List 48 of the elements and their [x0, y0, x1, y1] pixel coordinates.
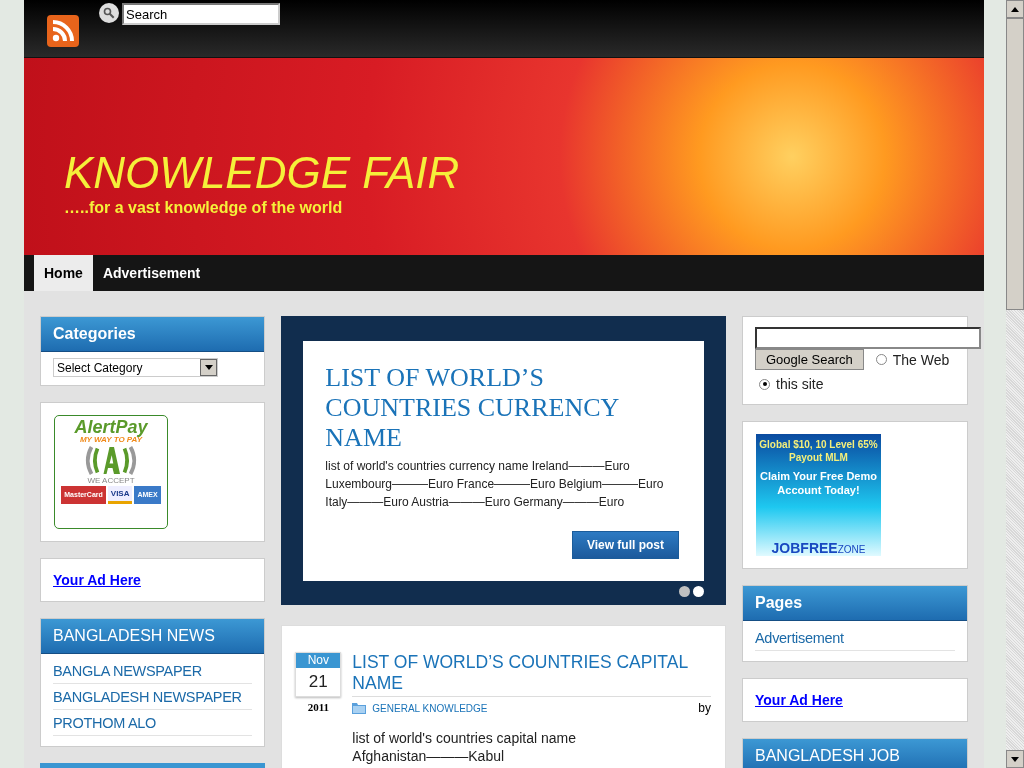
widget-header: BANGLADESH NEWS — [41, 619, 265, 654]
search-field[interactable]: Search — [122, 3, 280, 25]
post-month: Nov — [296, 653, 341, 668]
site-tagline: …..for a vast knowledge of the world — [64, 199, 343, 217]
view-post-button[interactable]: View full post — [571, 531, 679, 559]
category-select[interactable]: Select Category — [53, 358, 218, 377]
news-link[interactable]: PROTHOM ALO — [53, 710, 253, 736]
ad-banner[interactable]: Global $10, 10 Level 65% Payout MLM Claim Your Free Demo Account Today! JOBFREEZONE — [756, 434, 881, 556]
banner-slogan: MY WAY TO PAY — [79, 436, 143, 444]
banner-offer: Claim Your Free Demo Account Today! — [759, 469, 878, 497]
ad-link[interactable]: Your Ad Here — [53, 572, 141, 588]
page-link[interactable]: Advertisement — [755, 625, 955, 651]
author-label: by — [698, 701, 711, 715]
slide-dot[interactable] — [693, 586, 704, 597]
nav-tab[interactable]: Advertisement — [92, 255, 211, 291]
search-icon[interactable] — [99, 3, 119, 23]
post-year: 2011 — [307, 701, 330, 713]
scrollbar[interactable] — [1006, 0, 1024, 768]
scroll-down-icon[interactable] — [1011, 756, 1019, 762]
folder-icon — [352, 702, 367, 714]
slide-dot[interactable] — [679, 586, 690, 597]
google-search-button[interactable]: Google Search — [755, 349, 864, 370]
widget-header: Pages — [743, 586, 967, 621]
post-excerpt: list of world's countries capital name Afghanistan———Kabul — [352, 729, 577, 765]
news-link[interactable]: BANGLADESH NEWSPAPER — [53, 684, 253, 710]
radio-option[interactable]: this site — [759, 376, 824, 392]
widget-header: Categories — [41, 317, 265, 352]
post-title[interactable]: LIST OF WORLD’S COUNTRIES CAPITAL NAME — [352, 652, 711, 697]
featured-title[interactable]: LIST OF WORLD’S COUNTRIES CURRENCY NAME — [325, 363, 682, 453]
widget-header: BANGLADESH JOB — [743, 739, 967, 768]
scroll-thumb[interactable] — [1006, 18, 1024, 310]
post-day: 21 — [296, 668, 341, 696]
site-title[interactable]: KNOWLEDGE FAIR — [64, 148, 460, 197]
category-link[interactable]: GENERAL KNOWLEDGE — [372, 702, 488, 714]
scroll-up-icon[interactable] — [1011, 6, 1019, 12]
search-field[interactable] — [755, 327, 981, 349]
card-logo: VISA — [107, 485, 133, 504]
banner-brand: AlertPay — [74, 418, 148, 436]
radio-option[interactable]: The Web — [875, 351, 950, 368]
nav-tab[interactable]: Home — [34, 255, 93, 291]
featured-excerpt: list of world's countries currency name Ireland———Euro Luxembourg———Euro France———Euro Belgium———Euro Italy———Euro Austria———Euro Germany———Euro — [325, 458, 665, 511]
rss-icon[interactable] — [47, 15, 79, 47]
news-link[interactable]: BANGLA NEWSPAPER — [53, 658, 253, 684]
dropdown-arrow-icon — [204, 365, 213, 370]
banner-headline: Global $10, 10 Level 65% Payout MLM — [758, 438, 879, 464]
banner-caption: WE ACCEPT — [87, 477, 135, 486]
banner-brand: JOBFREEZONE — [771, 540, 866, 556]
ad-link[interactable]: Your Ad Here — [755, 692, 843, 708]
